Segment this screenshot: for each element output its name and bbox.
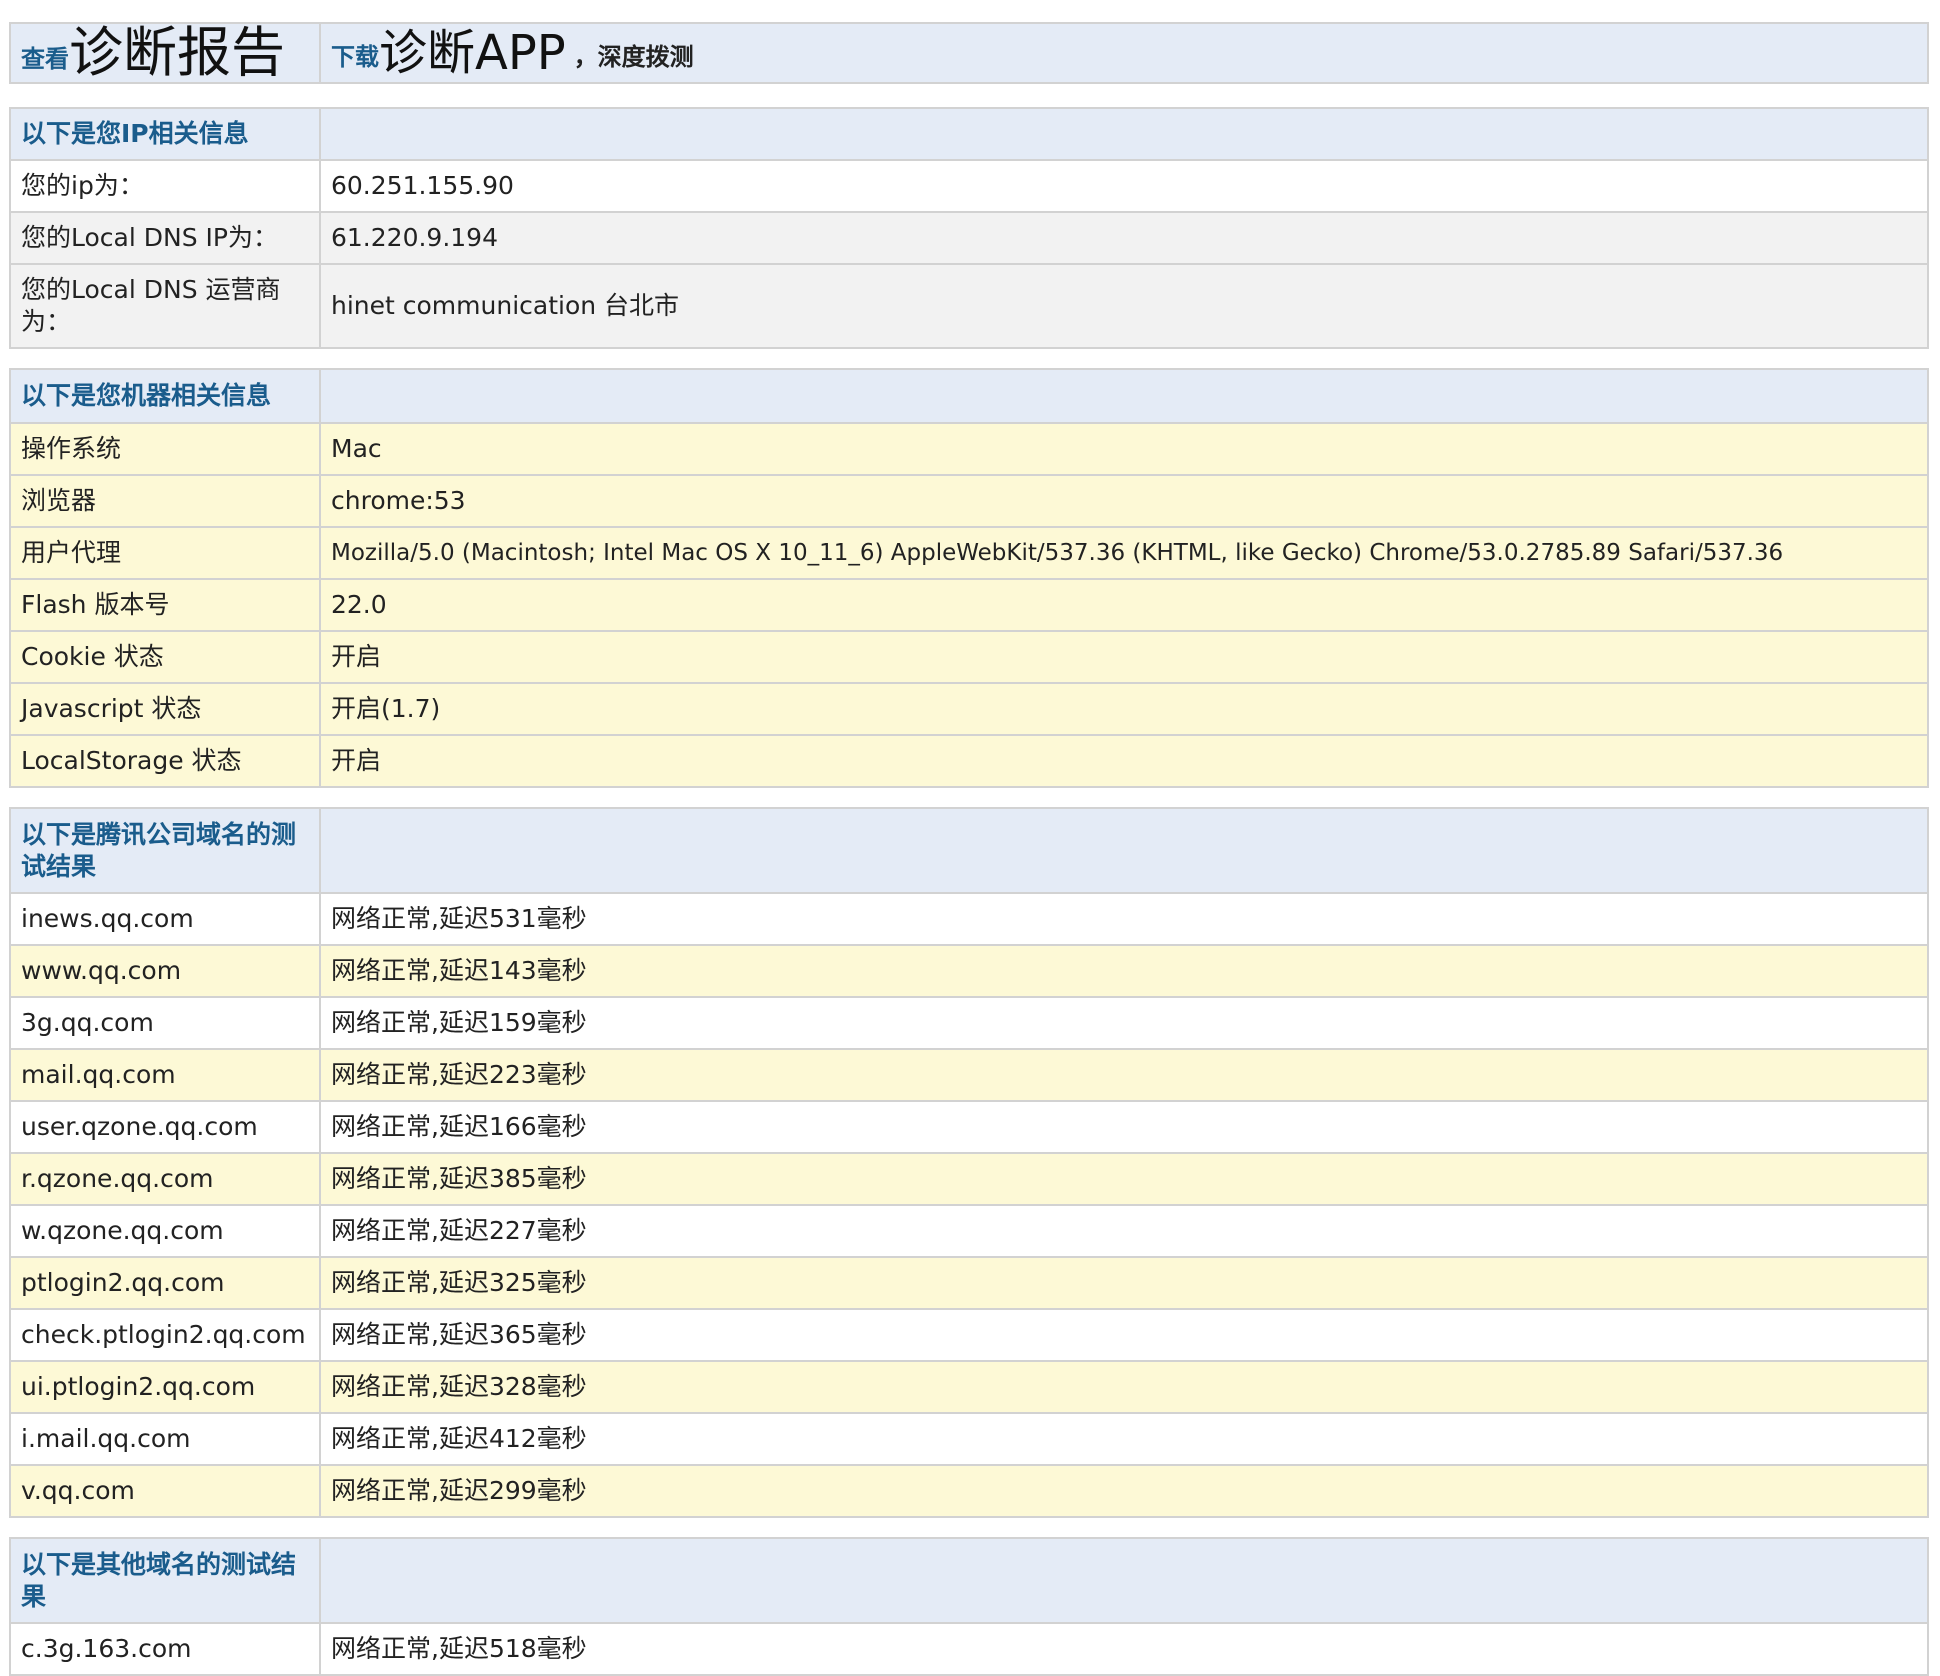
ip-info-header-blank <box>319 107 1929 161</box>
result-cell: 网络正常,延迟325毫秒 <box>319 1256 1929 1310</box>
result-cell: 网络正常,延迟227毫秒 <box>319 1204 1929 1258</box>
domain-cell: w.qzone.qq.com <box>9 1204 321 1258</box>
tencent-results-table: 以下是腾讯公司域名的测试结果 inews.qq.com 网络正常,延迟531毫秒… <box>9 807 1929 1518</box>
result-cell: 网络正常,延迟518毫秒 <box>319 1622 1929 1676</box>
user-agent-value: Mozilla/5.0 (Macintosh; Intel Mac OS X 1… <box>319 526 1929 580</box>
local-dns-ip-value: 61.220.9.194 <box>319 211 1929 265</box>
cookie-status-label: Cookie 状态 <box>9 630 321 684</box>
result-cell: 网络正常,延迟412毫秒 <box>319 1412 1929 1466</box>
localstorage-status-value: 开启 <box>319 734 1929 788</box>
ip-value: 60.251.155.90 <box>319 159 1929 213</box>
view-report-cell: 查看诊断报告 <box>9 22 321 84</box>
domain-cell: i.mail.qq.com <box>9 1412 321 1466</box>
domain-cell: 3g.qq.com <box>9 996 321 1050</box>
domain-cell: inews.qq.com <box>9 892 321 946</box>
browser-value: chrome:53 <box>319 474 1929 528</box>
domain-cell: r.qzone.qq.com <box>9 1152 321 1206</box>
other-results-header-blank <box>319 1537 1929 1624</box>
domain-cell: v.qq.com <box>9 1464 321 1518</box>
domain-cell: c.3g.163.com <box>9 1622 321 1676</box>
local-dns-isp-value: hinet communication 台北市 <box>319 263 1929 349</box>
local-dns-isp-label: 您的Local DNS 运营商为： <box>9 263 321 349</box>
result-cell: 网络正常,延迟299毫秒 <box>319 1464 1929 1518</box>
download-app-link[interactable]: 下载诊断APP <box>331 25 574 81</box>
browser-label: 浏览器 <box>9 474 321 528</box>
domain-cell: user.qzone.qq.com <box>9 1100 321 1154</box>
view-report-title: 诊断报告 <box>69 23 285 83</box>
download-app-cell: 下载诊断APP ，深度拨测 <box>319 22 1929 84</box>
machine-info-table: 以下是您机器相关信息 操作系统 Mac 浏览器 chrome:53 用户代理 M… <box>9 368 1929 788</box>
os-value: Mac <box>319 422 1929 476</box>
ip-info-header: 以下是您IP相关信息 <box>9 107 321 161</box>
local-dns-ip-label: 您的Local DNS IP为： <box>9 211 321 265</box>
result-cell: 网络正常,延迟365毫秒 <box>319 1308 1929 1362</box>
result-cell: 网络正常,延迟385毫秒 <box>319 1152 1929 1206</box>
domain-cell: ptlogin2.qq.com <box>9 1256 321 1310</box>
javascript-status-label: Javascript 状态 <box>9 682 321 736</box>
machine-info-header: 以下是您机器相关信息 <box>9 368 321 424</box>
domain-cell: check.ptlogin2.qq.com <box>9 1308 321 1362</box>
result-cell: 网络正常,延迟328毫秒 <box>319 1360 1929 1414</box>
os-label: 操作系统 <box>9 422 321 476</box>
result-cell: 网络正常,延迟166毫秒 <box>319 1100 1929 1154</box>
localstorage-status-label: LocalStorage 状态 <box>9 734 321 788</box>
domain-cell: ui.ptlogin2.qq.com <box>9 1360 321 1414</box>
view-prefix: 查看 <box>21 45 69 73</box>
deep-probe-link[interactable]: ，深度拨测 <box>574 43 694 71</box>
javascript-status-value: 开启(1.7) <box>319 682 1929 736</box>
report-header-bar: 查看诊断报告 下载诊断APP ，深度拨测 <box>9 22 1929 84</box>
user-agent-label: 用户代理 <box>9 526 321 580</box>
result-cell: 网络正常,延迟531毫秒 <box>319 892 1929 946</box>
ip-info-table: 以下是您IP相关信息 您的ip为： 60.251.155.90 您的Local … <box>9 107 1929 349</box>
machine-info-header-blank <box>319 368 1929 424</box>
result-cell: 网络正常,延迟143毫秒 <box>319 944 1929 998</box>
flash-version-label: Flash 版本号 <box>9 578 321 632</box>
view-report-link[interactable]: 查看诊断报告 <box>21 25 285 81</box>
cookie-status-value: 开启 <box>319 630 1929 684</box>
other-results-header: 以下是其他域名的测试结果 <box>9 1537 321 1624</box>
tencent-results-header-blank <box>319 807 1929 894</box>
domain-cell: www.qq.com <box>9 944 321 998</box>
domain-cell: mail.qq.com <box>9 1048 321 1102</box>
download-prefix: 下载 <box>331 43 379 71</box>
other-results-table: 以下是其他域名的测试结果 c.3g.163.com 网络正常,延迟518毫秒 <box>9 1537 1929 1676</box>
flash-version-value: 22.0 <box>319 578 1929 632</box>
result-cell: 网络正常,延迟159毫秒 <box>319 996 1929 1050</box>
tencent-results-header: 以下是腾讯公司域名的测试结果 <box>9 807 321 894</box>
result-cell: 网络正常,延迟223毫秒 <box>319 1048 1929 1102</box>
ip-label: 您的ip为： <box>9 159 321 213</box>
download-app-title: 诊断APP <box>379 25 566 81</box>
